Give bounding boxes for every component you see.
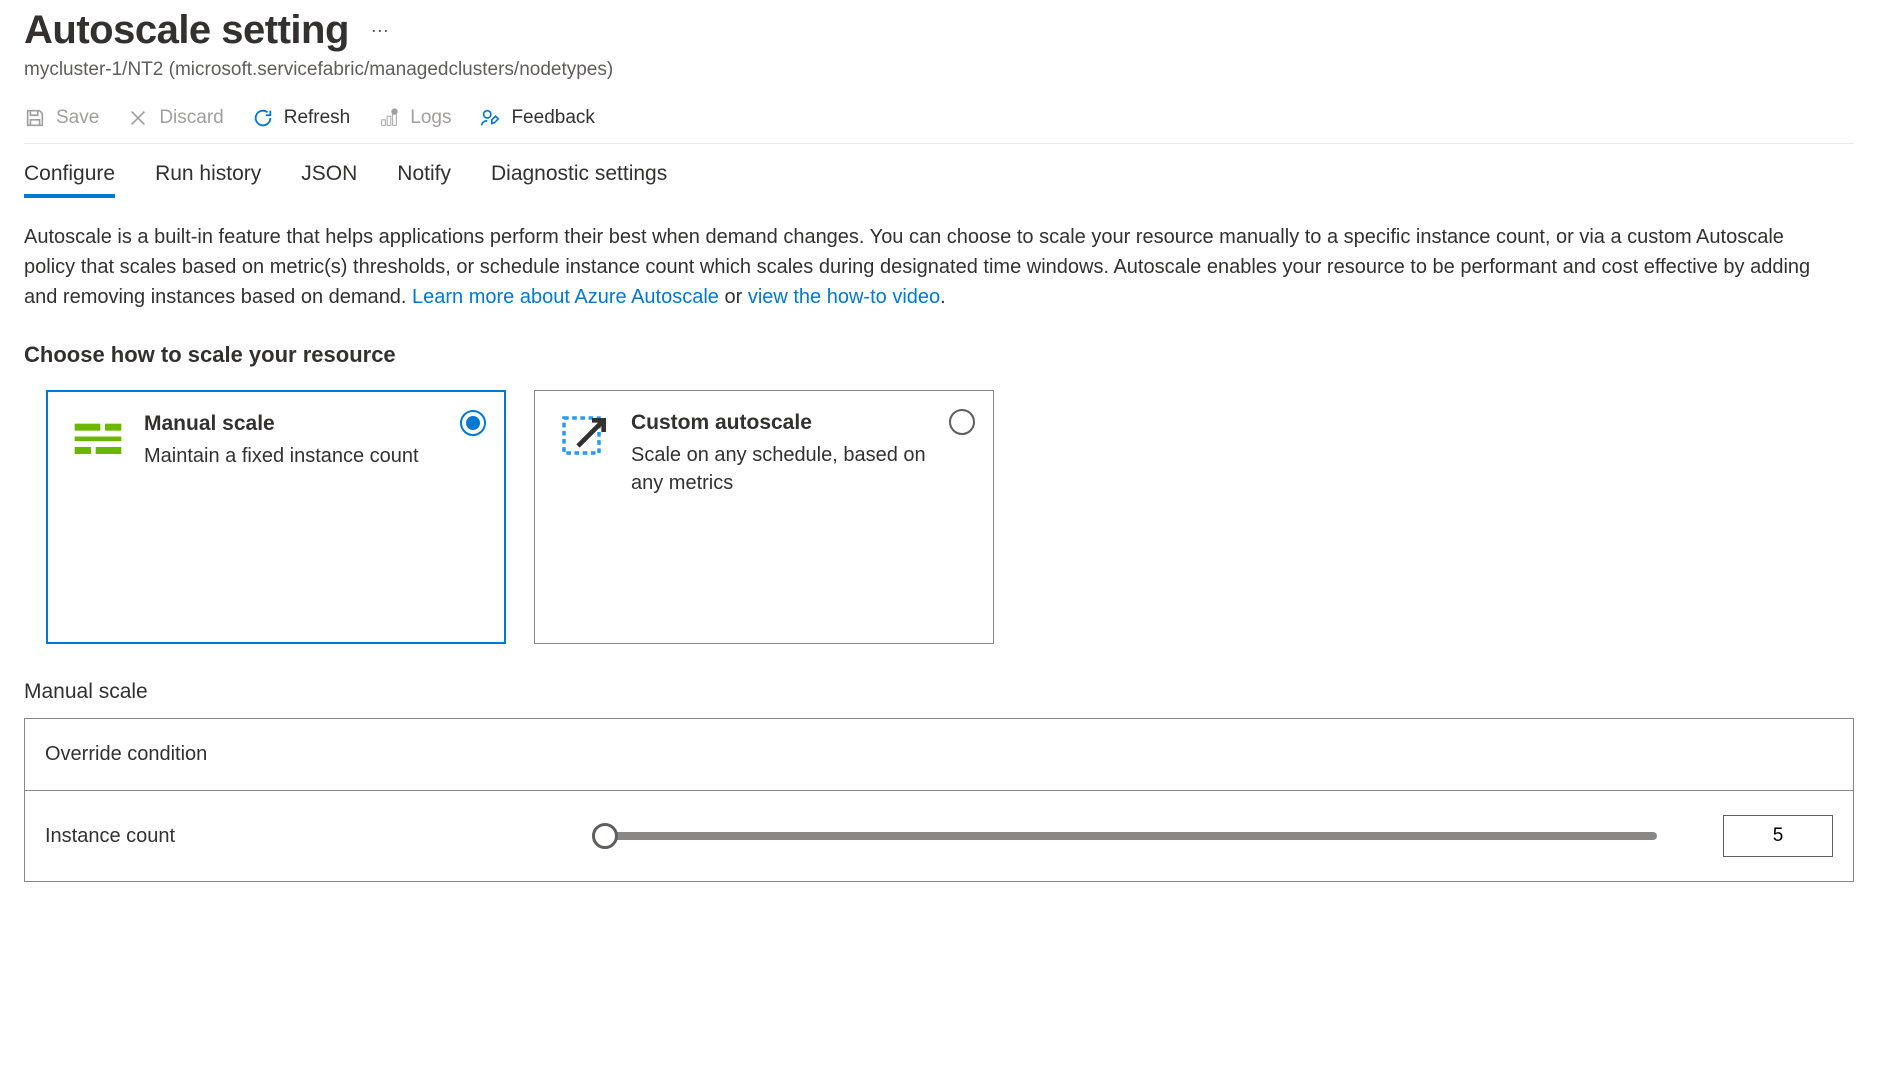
instance-count-row: Instance count: [25, 791, 1853, 881]
refresh-label: Refresh: [284, 107, 351, 129]
manual-scale-icon: [70, 412, 126, 468]
close-icon: [127, 107, 149, 129]
command-bar: Save Discard Refresh Logs Feedback: [24, 107, 1854, 144]
feedback-icon: [479, 107, 501, 129]
refresh-button[interactable]: Refresh: [252, 107, 351, 129]
instance-count-slider[interactable]: [605, 832, 1657, 840]
slider-thumb[interactable]: [592, 823, 618, 849]
logs-label: Logs: [410, 107, 451, 129]
tab-bar: Configure Run history JSON Notify Diagno…: [24, 162, 1854, 198]
feedback-button[interactable]: Feedback: [479, 107, 594, 129]
logs-button[interactable]: Logs: [378, 107, 451, 129]
manual-scale-card[interactable]: Manual scale Maintain a fixed instance c…: [46, 390, 506, 644]
manual-scale-radio[interactable]: [460, 410, 486, 436]
tab-notify[interactable]: Notify: [397, 162, 451, 198]
discard-label: Discard: [159, 107, 223, 129]
tab-json[interactable]: JSON: [301, 162, 357, 198]
save-icon: [24, 107, 46, 129]
learn-more-link[interactable]: Learn more about Azure Autoscale: [412, 286, 719, 308]
choose-scale-heading: Choose how to scale your resource: [24, 342, 1854, 368]
override-condition-row: Override condition: [25, 719, 1853, 791]
more-actions-button[interactable]: ⋯: [371, 21, 391, 42]
save-button[interactable]: Save: [24, 107, 99, 129]
manual-scale-desc: Maintain a fixed instance count: [144, 442, 419, 470]
manual-scale-box: Override condition Instance count: [24, 718, 1854, 882]
tab-diagnostic-settings[interactable]: Diagnostic settings: [491, 162, 667, 198]
desc-mid: or: [724, 286, 747, 308]
custom-autoscale-card[interactable]: Custom autoscale Scale on any schedule, …: [534, 390, 994, 644]
custom-autoscale-title: Custom autoscale: [631, 411, 937, 435]
discard-button[interactable]: Discard: [127, 107, 223, 129]
custom-autoscale-radio[interactable]: [949, 409, 975, 435]
custom-autoscale-desc: Scale on any schedule, based on any metr…: [631, 441, 937, 497]
logs-icon: [378, 107, 400, 129]
howto-video-link[interactable]: view the how-to video: [748, 286, 940, 308]
save-label: Save: [56, 107, 99, 129]
custom-autoscale-icon: [557, 411, 613, 467]
autoscale-description: Autoscale is a built-in feature that hel…: [24, 222, 1824, 312]
instance-count-label: Instance count: [45, 825, 565, 848]
instance-count-input[interactable]: [1723, 815, 1833, 857]
page-title: Autoscale setting: [24, 8, 349, 53]
tab-run-history[interactable]: Run history: [155, 162, 261, 198]
tab-configure[interactable]: Configure: [24, 162, 115, 198]
desc-tail: .: [940, 286, 946, 308]
scale-mode-options: Manual scale Maintain a fixed instance c…: [46, 390, 1854, 644]
feedback-label: Feedback: [511, 107, 594, 129]
manual-scale-title: Manual scale: [144, 412, 419, 436]
override-condition-label: Override condition: [45, 743, 565, 766]
resource-path: mycluster-1/NT2 (microsoft.servicefabric…: [24, 59, 1854, 81]
refresh-icon: [252, 107, 274, 129]
manual-scale-section-label: Manual scale: [24, 680, 1854, 704]
